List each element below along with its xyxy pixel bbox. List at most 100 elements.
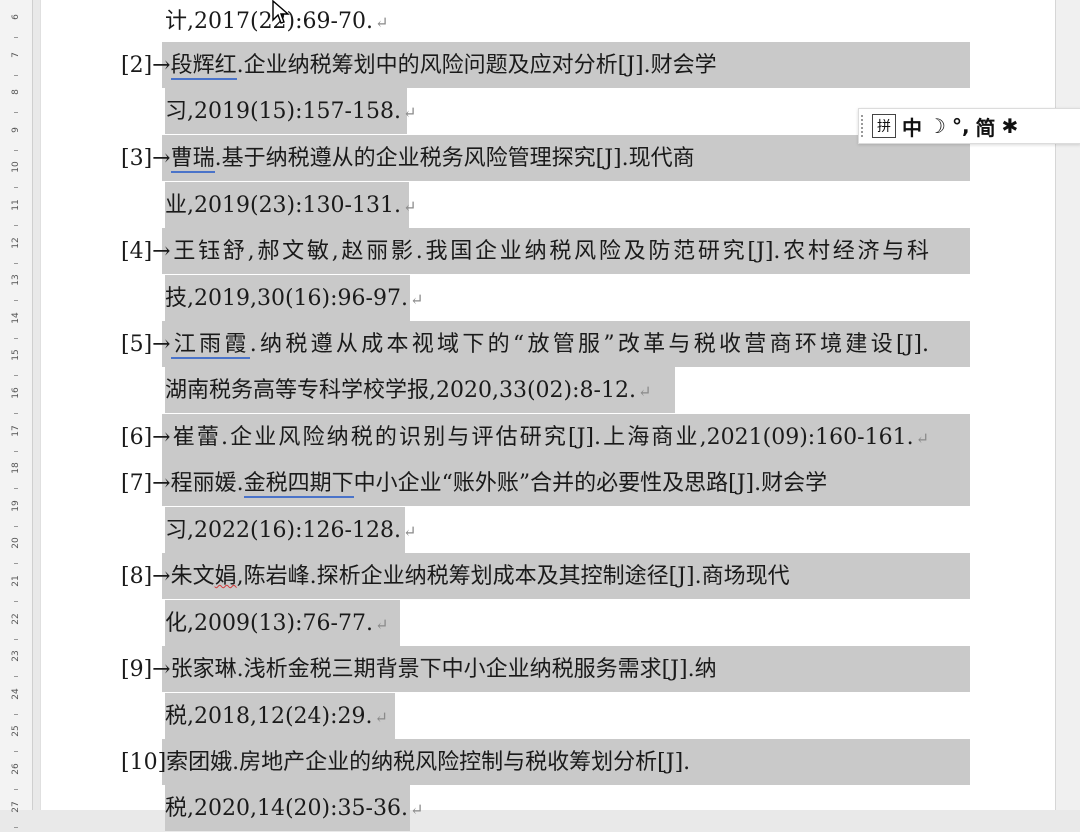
ruler-number: 7 (11, 51, 21, 58)
reference-continuation[interactable]: 湖南税务高等专科学校学报,2020,33(02):8-12. ↵ (165, 369, 651, 413)
ime-simplified-button[interactable]: 简 (976, 112, 996, 140)
underlined-author: 金税四期下 (243, 471, 354, 498)
reference-continuation[interactable]: 化,2009(13):76-77. ↵ (165, 602, 388, 646)
reference-text: 张家琳.浅析金税三期背景下中小企业纳税服务需求[J].纳 (170, 657, 717, 682)
reference-text: .企业纳税筹划中的风险问题及应对分析[J].财会学 (236, 53, 717, 78)
reference-entry[interactable]: [2]→段辉红.企业纳税筹划中的风险问题及应对分析[J].财会学 (121, 44, 717, 88)
ruler-tick (14, 713, 18, 715)
reference-text: ,陈岩峰.探析企业纳税筹划成本及其控制途径[J].商场现代 (236, 564, 790, 589)
ruler-number: 10 (11, 161, 21, 174)
ruler-tick (14, 751, 18, 753)
paragraph-mark-icon: ↵ (637, 382, 652, 401)
paragraph-mark-icon: ↵ (409, 290, 424, 309)
reference-number: [8]→ (121, 564, 171, 589)
ruler-number: 23 (11, 650, 21, 662)
ime-moon-icon[interactable]: ☽ (928, 112, 946, 140)
ime-settings-icon[interactable]: ✱ (1002, 112, 1019, 140)
paragraph-mark-icon: ↵ (374, 615, 389, 634)
reference-text: 索团娥.房地产企业的纳税风险控制与税收筹划分析[J]. (166, 750, 691, 775)
reference-text: .基于纳税遵从的企业税务风险管理探究[J].现代商 (214, 146, 695, 171)
reference-number: [2]→ (121, 53, 171, 78)
ruler-number: 18 (11, 462, 21, 474)
ruler-number: 16 (11, 387, 21, 399)
reference-text: 习,2019(15):157-158. (165, 99, 401, 124)
ruler-tick (14, 74, 18, 76)
ruler-number: 13 (11, 274, 21, 286)
ruler-tick (14, 262, 18, 264)
ruler-tick (14, 525, 18, 527)
reference-number: [4]→ (121, 239, 171, 264)
ruler-tick (14, 676, 18, 678)
ruler-number: 24 (11, 688, 21, 700)
underlined-author: 曹瑞 (170, 146, 215, 173)
ruler-tick (14, 450, 18, 452)
underlined-author: 段辉红 (170, 53, 237, 80)
ruler-tick (14, 375, 18, 377)
ime-toolbar: 拼 中 ☽ °, 简 ✱ (858, 108, 1080, 144)
reference-text: 崔蕾.企业风险纳税的识别与评估研究[J].上海商业,2021(09):160-1… (170, 425, 914, 450)
ruler-number: 22 (11, 612, 21, 625)
ime-chinese-mode-button[interactable]: 中 (902, 112, 922, 140)
reference-entry[interactable]: [8]→朱文娟,陈岩峰.探析企业纳税筹划成本及其控制途径[J].商场现代 (121, 555, 790, 599)
reference-continuation[interactable]: 税,2020,14(20):35-36. ↵ (165, 787, 423, 831)
reference-continuation[interactable]: 技,2019,30(16):96-97. ↵ (165, 277, 423, 321)
reference-entry[interactable]: [3]→曹瑞.基于纳税遵从的企业税务风险管理探究[J].现代商 (121, 137, 695, 181)
ruler-tick (14, 225, 18, 226)
paragraph-mark-icon: ↵ (374, 708, 388, 727)
ruler-number: 11 (11, 199, 21, 211)
reference-text: 中小企业“账外账”合并的必要性及思路[J].财会学 (353, 471, 828, 496)
ruler-number: 20 (11, 537, 21, 550)
reference-text: 计,2017(22):69-70. (165, 9, 373, 34)
ruler-tick (14, 112, 18, 114)
ruler-tick (14, 601, 18, 602)
reference-entry[interactable]: [7]→程丽媛.金税四期下中小企业“账外账”合并的必要性及思路[J].财会学 (121, 462, 827, 506)
reference-text: 化,2009(13):76-77. (165, 611, 373, 636)
paragraph-mark-icon: ↵ (402, 103, 417, 122)
reference-number: [10] (121, 750, 167, 775)
mouse-pointer-icon (272, 0, 290, 24)
reference-entry[interactable]: [5]→江雨霞.纳税遵从成本视域下的“放管服”改革与税收营商环境建设[J]. (121, 323, 929, 367)
reference-text: 税,2018,12(24):29. (165, 704, 373, 729)
ruler-number: 17 (11, 424, 21, 437)
ruler-tick (14, 149, 18, 151)
ruler-number: 27 (11, 800, 21, 813)
ruler-tick (14, 638, 18, 640)
ime-punctuation-icon[interactable]: °, (952, 112, 970, 140)
ruler-tick (14, 413, 18, 414)
ruler-tick (14, 789, 18, 790)
ruler-tick (14, 337, 18, 339)
ruler-number: 6 (11, 14, 21, 20)
reference-entry[interactable]: [4]→王钰舒,郝文敏,赵丽影.我国企业纳税风险及防范研究[J].农村经济与科 (121, 230, 929, 274)
reference-text: 王钰舒,郝文敏,赵丽影.我国企业纳税风险及防范研究[J].农村经济与科 (170, 239, 929, 264)
ruler-number: 25 (11, 725, 21, 738)
vertical-ruler[interactable]: 6 7 8 9 10 11 12 13 14 15 16 17 18 19 20 21 22 23 24 25 26 27 (0, 0, 33, 828)
ime-drag-handle[interactable] (861, 115, 866, 137)
paragraph-mark-icon: ↵ (402, 522, 417, 541)
ruler-tick (14, 488, 18, 490)
ruler-tick (14, 37, 18, 38)
paragraph-mark-icon: ↵ (402, 197, 417, 216)
reference-number: [3]→ (121, 146, 171, 171)
reference-text: 技,2019,30(16):96-97. (165, 286, 408, 311)
reference-text: 税,2020,14(20):35-36. (165, 796, 408, 821)
reference-entry[interactable]: [9]→张家琳.浅析金税三期背景下中小企业纳税服务需求[J].纳 (121, 648, 717, 692)
ruler-number: 15 (11, 349, 21, 362)
ruler-tick (14, 300, 18, 302)
ruler-number: 14 (11, 312, 21, 324)
ime-pinyin-icon[interactable]: 拼 (872, 114, 896, 138)
ruler-number: 19 (11, 500, 21, 512)
reference-continuation[interactable]: 业,2019(23):130-131. ↵ (165, 184, 416, 228)
reference-number: [6]→ (121, 425, 171, 450)
paragraph-mark-icon: ↵ (374, 13, 389, 32)
ruler-tick (14, 187, 18, 189)
reference-text: 朱文 (170, 564, 215, 589)
reference-number: [5]→ (121, 332, 171, 357)
reference-entry[interactable]: [10]索团娥.房地产企业的纳税风险控制与税收筹划分析[J]. (121, 741, 690, 785)
ruler-number: 12 (11, 236, 21, 249)
reference-entry[interactable]: [6]→崔蕾.企业风险纳税的识别与评估研究[J].上海商业,2021(09):1… (121, 416, 929, 460)
reference-continuation[interactable]: 习,2022(16):126-128. ↵ (165, 509, 416, 553)
reference-continuation[interactable]: 习,2019(15):157-158. ↵ (165, 90, 416, 134)
reference-number: [7]→ (121, 471, 171, 496)
reference-number: [9]→ (121, 657, 171, 682)
reference-continuation[interactable]: 税,2018,12(24):29. ↵ (165, 695, 388, 739)
